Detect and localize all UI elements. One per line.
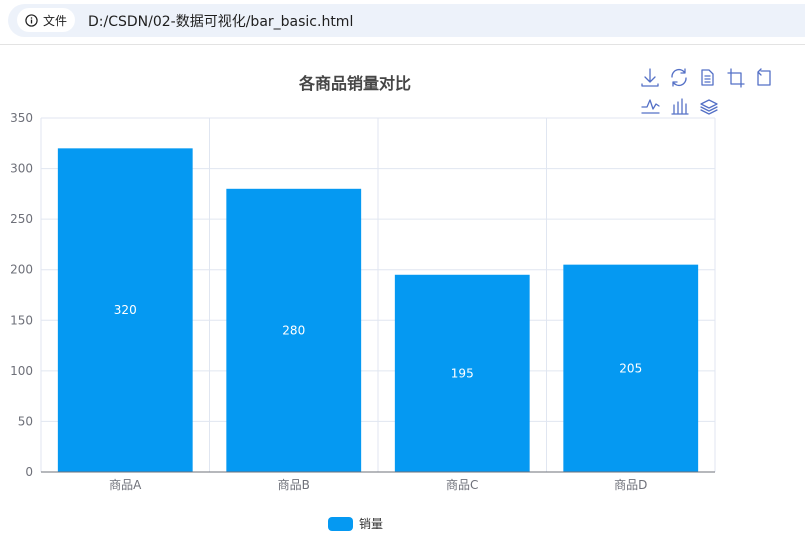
- y-tick-label: 250: [10, 212, 33, 226]
- legend-label: 销量: [359, 517, 384, 531]
- y-tick-label: 0: [25, 465, 33, 479]
- bar-chart: 0 50 100 150 200 250 300 350 320 商品A 280 商品B 195 商品C 2…: [10, 111, 716, 492]
- x-tick-label: 商品B: [278, 477, 310, 492]
- y-tick-label: 200: [10, 263, 33, 277]
- chart-legend[interactable]: 销量: [328, 515, 383, 532]
- y-tick-label: 350: [10, 111, 33, 125]
- data-label: 280: [282, 323, 305, 337]
- data-label: 205: [619, 361, 642, 375]
- y-tick-label: 50: [18, 414, 33, 428]
- y-tick-label: 300: [10, 162, 33, 176]
- y-tick-label: 100: [10, 364, 33, 378]
- y-tick-label: 150: [10, 313, 33, 327]
- data-label: 320: [114, 303, 137, 317]
- x-tick-label: 商品C: [446, 477, 478, 492]
- legend-swatch: [328, 516, 353, 531]
- data-label: 195: [451, 366, 474, 380]
- x-tick-label: 商品A: [109, 477, 142, 492]
- x-tick-label: 商品D: [614, 477, 647, 492]
